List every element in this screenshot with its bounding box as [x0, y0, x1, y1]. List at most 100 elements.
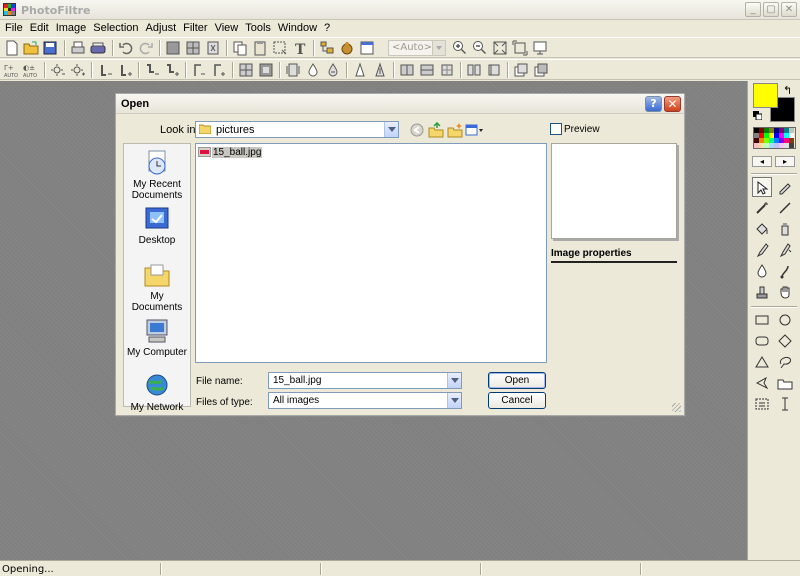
text-icon[interactable]: T [292, 40, 308, 56]
canvas-size-icon[interactable] [185, 40, 201, 56]
actual-size-icon[interactable] [492, 40, 508, 56]
saturation-plus-icon[interactable] [164, 62, 180, 78]
zoom-level-select[interactable]: <Auto> [388, 40, 446, 56]
image-size-icon[interactable] [165, 40, 181, 56]
full-screen-icon[interactable] [532, 40, 548, 56]
print-icon[interactable] [70, 40, 86, 56]
scan-icon[interactable] [90, 40, 106, 56]
menu-tools[interactable]: Tools [243, 20, 276, 37]
brush-icon[interactable] [752, 240, 772, 260]
text-cursor-icon[interactable] [775, 394, 795, 414]
place-my-network[interactable]: My Network [124, 373, 190, 413]
layer-options-icon[interactable] [533, 62, 549, 78]
hand-icon[interactable] [775, 282, 795, 302]
dialog-close-button[interactable]: ✕ [664, 96, 681, 112]
contrast-plus-icon[interactable] [117, 62, 133, 78]
help-button[interactable]: ? [645, 96, 662, 112]
view-menu-icon[interactable] [465, 122, 485, 138]
rectangle-select-icon[interactable] [752, 310, 772, 330]
file-name-field[interactable]: 15_ball.jpg [268, 372, 462, 389]
minimize-button[interactable]: _ [745, 2, 761, 17]
grid-filter-icon[interactable] [238, 62, 254, 78]
selection-arrow-icon[interactable] [752, 177, 772, 197]
saturation-minus-icon[interactable] [144, 62, 160, 78]
palette-prev-button[interactable]: ◂ [752, 156, 772, 167]
load-shape-icon[interactable] [775, 373, 795, 393]
new-folder-icon[interactable] [447, 122, 463, 138]
swap-colors-icon[interactable]: ↰ [783, 84, 792, 97]
plugin-icon[interactable] [339, 40, 355, 56]
color-swatch-grid[interactable] [753, 127, 796, 149]
copy-icon[interactable] [232, 40, 248, 56]
gamma-plus-icon[interactable] [211, 62, 227, 78]
list-item[interactable]: 15_ball.jpg [198, 146, 263, 158]
brightness-minus-icon[interactable] [50, 62, 66, 78]
gamma-minus-icon[interactable] [191, 62, 207, 78]
zoom-out-icon[interactable] [472, 40, 488, 56]
drop-icon[interactable] [305, 62, 321, 78]
rotate-left-icon[interactable] [486, 62, 502, 78]
file-list[interactable]: 15_ball.jpg [195, 143, 547, 363]
redo-icon[interactable] [138, 40, 154, 56]
blur-tool-icon[interactable] [752, 261, 772, 281]
new-file-icon[interactable] [4, 40, 20, 56]
lasso-icon[interactable] [775, 352, 795, 372]
layer-icon[interactable] [513, 62, 529, 78]
polygon-select-icon[interactable] [752, 373, 772, 393]
save-icon[interactable] [42, 40, 58, 56]
line-icon[interactable] [775, 198, 795, 218]
rotate-icon[interactable] [439, 62, 455, 78]
menu-selection[interactable]: Selection [91, 20, 143, 37]
magic-wand-icon[interactable] [752, 198, 772, 218]
brightness-plus-icon[interactable] [70, 62, 86, 78]
chevron-down-icon[interactable] [447, 393, 461, 408]
menu-filter[interactable]: Filter [181, 20, 212, 37]
contrast-minus-icon[interactable] [97, 62, 113, 78]
menu-file[interactable]: File [3, 20, 28, 37]
close-window-button[interactable]: ✕ [781, 2, 797, 17]
place-my-computer[interactable]: My Computer [124, 318, 190, 358]
menu-view[interactable]: View [213, 20, 244, 37]
reset-colors-icon[interactable] [753, 111, 762, 120]
palette-next-button[interactable]: ▸ [775, 156, 795, 167]
open-folder-icon[interactable] [23, 40, 39, 56]
open-button[interactable]: Open [488, 372, 546, 389]
artistic-icon[interactable] [285, 62, 301, 78]
place-my-documents[interactable]: My Documents [124, 262, 190, 313]
back-icon[interactable] [409, 122, 425, 138]
triangle-select-icon[interactable] [752, 352, 772, 372]
color-picker-icon[interactable] [775, 177, 795, 197]
blur-more-icon[interactable] [372, 62, 388, 78]
auto-levels-icon[interactable]: Γ+ AUTO [4, 62, 20, 78]
spray-icon[interactable] [775, 219, 795, 239]
sharpen-icon[interactable] [325, 62, 341, 78]
menu-edit[interactable]: Edit [28, 20, 54, 37]
crop-icon[interactable] [272, 40, 288, 56]
mirror-icon[interactable] [466, 62, 482, 78]
place-my-recent-documents[interactable]: My Recent Documents [124, 150, 190, 201]
menu-image[interactable]: Image [54, 20, 92, 37]
auto-contrast-icon[interactable]: ◐± AUTO [23, 62, 39, 78]
ellipse-select-icon[interactable] [775, 310, 795, 330]
paste-icon[interactable] [252, 40, 268, 56]
preview-checkbox[interactable] [550, 123, 562, 135]
place-desktop[interactable]: Desktop [124, 206, 190, 246]
file-type-select[interactable]: All images [268, 392, 462, 409]
chevron-down-icon[interactable] [384, 122, 398, 137]
flip-horizontal-icon[interactable] [399, 62, 415, 78]
up-folder-icon[interactable] [428, 122, 444, 138]
diamond-select-icon[interactable] [775, 331, 795, 351]
fill-bucket-icon[interactable] [752, 219, 772, 239]
chevron-down-icon[interactable] [447, 373, 461, 388]
resize-grip[interactable] [672, 403, 681, 412]
invert-selection-icon[interactable] [752, 394, 772, 414]
menu-adjust[interactable]: Adjust [144, 20, 182, 37]
automatic-levels-icon[interactable] [205, 40, 221, 56]
foreground-color-swatch[interactable] [753, 83, 778, 108]
maximize-button[interactable]: ▢ [763, 2, 779, 17]
menu-window[interactable]: Window [276, 20, 322, 37]
look-in-select[interactable]: pictures [195, 121, 399, 138]
advanced-brush-icon[interactable] [775, 240, 795, 260]
window-manager-icon[interactable] [359, 40, 375, 56]
fit-image-icon[interactable] [512, 40, 528, 56]
